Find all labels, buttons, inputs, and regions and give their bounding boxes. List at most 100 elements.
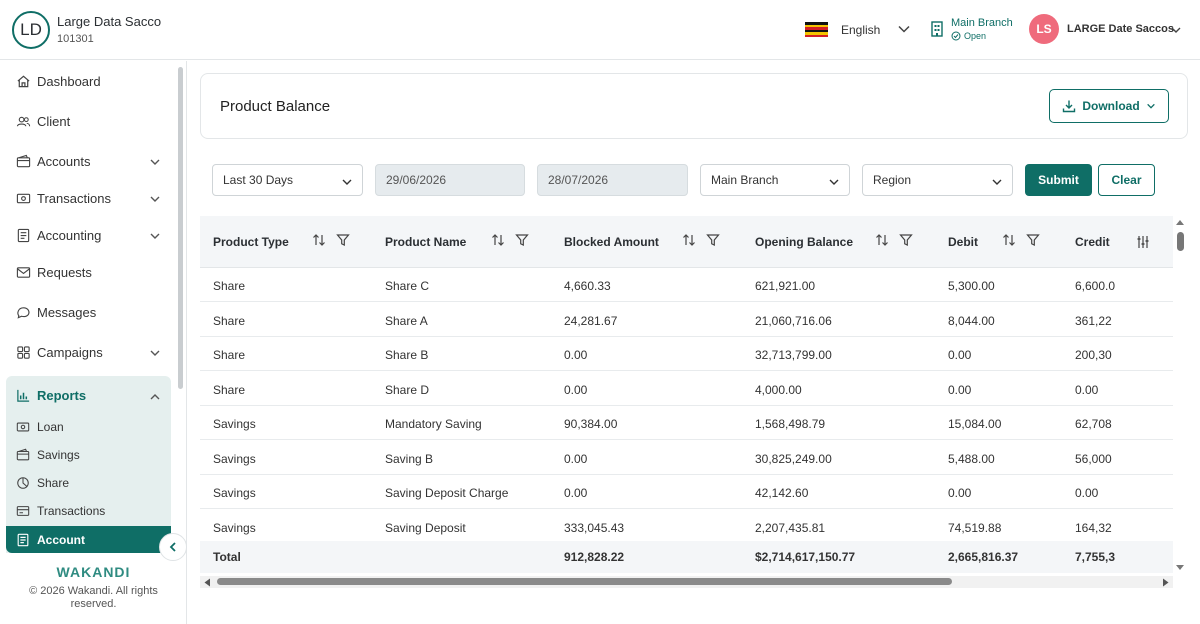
chevron-up-icon[interactable] xyxy=(149,391,161,403)
sidebar-item-accounting[interactable]: Accounting xyxy=(6,218,171,252)
scroll-up-arrow-icon[interactable] xyxy=(1175,218,1185,226)
uganda-flag-icon[interactable] xyxy=(805,22,828,37)
document-icon xyxy=(17,533,29,546)
sidebar-item-savings[interactable]: Savings xyxy=(16,448,80,462)
column-header-debit[interactable]: Debit xyxy=(948,235,978,249)
sidebar-item-label: Campaigns xyxy=(37,344,103,360)
table-vertical-scrollbar[interactable] xyxy=(1175,216,1185,576)
cell-debit: 5,300.00 xyxy=(948,279,995,293)
chevron-down-icon[interactable] xyxy=(1170,24,1182,36)
sidebar-item-accounts[interactable]: Accounts xyxy=(6,144,171,178)
table-row[interactable]: Savings Saving Deposit Charge 0.00 42,14… xyxy=(200,475,1173,509)
sort-icon[interactable] xyxy=(875,233,889,247)
period-select[interactable]: Last 30 Days xyxy=(212,164,363,196)
page-header-card: Product Balance Download xyxy=(200,73,1188,139)
sidebar-item-campaigns[interactable]: Campaigns xyxy=(6,335,171,369)
column-tools xyxy=(1002,233,1040,247)
column-settings-icon[interactable] xyxy=(1136,235,1150,249)
column-header-product-name[interactable]: Product Name xyxy=(385,235,466,249)
cell-product-name: Share B xyxy=(385,348,429,362)
sidebar-item-label: Accounts xyxy=(37,153,91,169)
column-header-product-type[interactable]: Product Type xyxy=(213,235,289,249)
table-row[interactable]: Share Share A 24,281.67 21,060,716.06 8,… xyxy=(200,303,1173,337)
sidebar-item-loan[interactable]: Loan xyxy=(16,420,64,434)
sidebar-item-messages[interactable]: Messages xyxy=(6,295,171,329)
sidebar-item-label: Messages xyxy=(37,304,97,320)
region-select[interactable]: Region xyxy=(862,164,1013,196)
date-to-field[interactable]: 28/07/2026 xyxy=(537,164,688,196)
branch-status-label: Open xyxy=(964,31,987,41)
cell-opening-balance: 32,713,799.00 xyxy=(755,348,832,362)
filter-icon[interactable] xyxy=(336,233,350,247)
sort-icon[interactable] xyxy=(312,233,326,247)
table-row[interactable]: Savings Mandatory Saving 90,384.00 1,568… xyxy=(200,406,1173,440)
cell-credit: 164,32 xyxy=(1075,521,1112,535)
sidebar-item-transactions[interactable]: Transactions xyxy=(6,181,171,215)
chevron-down-icon[interactable] xyxy=(149,193,161,205)
sidebar-item-dashboard[interactable]: Dashboard xyxy=(6,64,171,98)
mail-icon xyxy=(16,266,31,278)
table-row[interactable]: Savings Saving Deposit 333,045.43 2,207,… xyxy=(200,510,1173,544)
date-from-field[interactable]: 29/06/2026 xyxy=(375,164,525,196)
sidebar-item-reports[interactable]: Reports xyxy=(16,388,86,403)
column-tools xyxy=(682,233,720,247)
column-tools xyxy=(312,233,350,247)
table-row[interactable]: Share Share B 0.00 32,713,799.00 0.00 20… xyxy=(200,337,1173,371)
filter-icon[interactable] xyxy=(706,233,720,247)
user-name[interactable]: LARGE Date Saccos xyxy=(1067,23,1174,35)
sub-item-label: Savings xyxy=(37,448,80,462)
org-avatar[interactable]: LD xyxy=(12,11,50,49)
chevron-down-icon[interactable] xyxy=(149,347,161,359)
download-button[interactable]: Download xyxy=(1049,89,1169,123)
sort-icon[interactable] xyxy=(1002,233,1016,247)
sidebar-item-share[interactable]: Share xyxy=(16,476,69,490)
cell-product-type: Savings xyxy=(213,417,256,431)
scroll-left-arrow-icon[interactable] xyxy=(203,578,211,587)
top-bar: LD Large Data Sacco 101301 English Main … xyxy=(0,0,1200,60)
vertical-scroll-thumb[interactable] xyxy=(1177,232,1184,251)
cell-product-type: Share xyxy=(213,383,246,397)
chevron-down-icon[interactable] xyxy=(897,22,911,36)
org-name: Large Data Sacco xyxy=(57,14,162,29)
clear-button[interactable]: Clear xyxy=(1098,164,1155,196)
sidebar-item-account[interactable]: Account xyxy=(6,526,171,553)
cell-credit: 361,22 xyxy=(1075,314,1112,328)
sidebar-item-report-transactions[interactable]: Transactions xyxy=(16,504,105,518)
sidebar-item-client[interactable]: Client xyxy=(6,104,171,138)
table-row[interactable]: Share Share D 0.00 4,000.00 0.00 0.00 xyxy=(200,372,1173,406)
download-icon xyxy=(1063,100,1076,113)
branch-name[interactable]: Main Branch xyxy=(951,17,1013,29)
pie-chart-icon xyxy=(17,477,29,489)
language-selector[interactable]: English xyxy=(841,23,880,37)
sort-icon[interactable] xyxy=(682,233,696,247)
collapse-sidebar-button[interactable] xyxy=(159,533,187,561)
filter-icon[interactable] xyxy=(899,233,913,247)
chevron-down-icon[interactable] xyxy=(149,230,161,242)
sort-icon[interactable] xyxy=(491,233,505,247)
table-row[interactable]: Share Share C 4,660.33 621,921.00 5,300.… xyxy=(200,268,1173,302)
column-header-credit[interactable]: Credit xyxy=(1075,235,1110,249)
date-from-value: 29/06/2026 xyxy=(386,173,447,187)
branch-select[interactable]: Main Branch xyxy=(700,164,850,196)
column-header-opening-balance[interactable]: Opening Balance xyxy=(755,235,853,249)
cell-product-type: Share xyxy=(213,348,246,362)
scroll-right-arrow-icon[interactable] xyxy=(1162,578,1170,587)
table-header: Product Type Product Name Blocked Amount… xyxy=(200,216,1173,268)
cell-credit: 0.00 xyxy=(1075,383,1099,397)
filter-icon[interactable] xyxy=(1026,233,1040,247)
cell-debit: 0.00 xyxy=(948,348,972,362)
scroll-down-arrow-icon[interactable] xyxy=(1175,564,1185,572)
cell-product-name: Saving B xyxy=(385,452,434,466)
sidebar-scrollbar[interactable] xyxy=(178,67,183,389)
chevron-down-icon[interactable] xyxy=(149,156,161,168)
table-row[interactable]: Savings Saving B 0.00 30,825,249.00 5,48… xyxy=(200,441,1173,475)
filter-icon[interactable] xyxy=(515,233,529,247)
user-avatar[interactable]: LS xyxy=(1029,14,1059,44)
column-header-blocked-amount[interactable]: Blocked Amount xyxy=(564,235,659,249)
sidebar-active-label: Account xyxy=(37,532,85,547)
horizontal-scroll-thumb[interactable] xyxy=(217,578,952,585)
sidebar-item-requests[interactable]: Requests xyxy=(6,255,171,289)
cell-blocked-amount: 0.00 xyxy=(564,486,588,500)
cell-product-type: Savings xyxy=(213,521,256,535)
submit-button[interactable]: Submit xyxy=(1025,164,1092,196)
